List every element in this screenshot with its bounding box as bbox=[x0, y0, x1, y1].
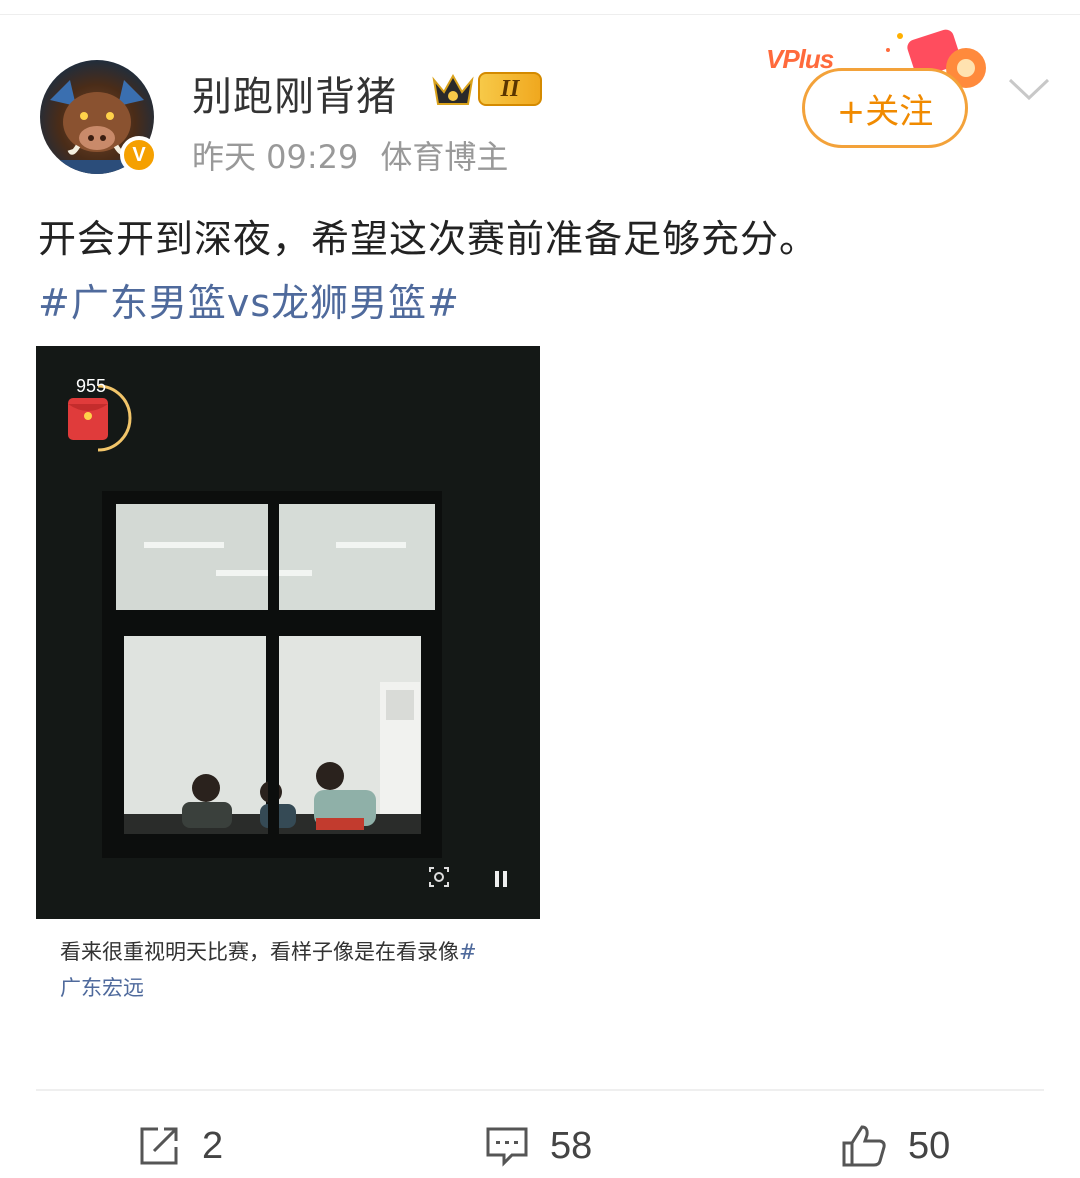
like-icon bbox=[842, 1125, 886, 1167]
caption-text: 看来很重视明天比赛，看样子像是在看录像 bbox=[60, 940, 459, 964]
comment-button[interactable]: 58 bbox=[484, 1118, 592, 1174]
post-image[interactable] bbox=[36, 346, 540, 919]
window-photo bbox=[36, 346, 540, 919]
repost-button[interactable]: 2 bbox=[136, 1118, 223, 1174]
post-text: 开会开到深夜，希望这次赛前准备足够充分。 bbox=[38, 217, 819, 261]
repost-icon bbox=[140, 1127, 178, 1165]
comment-icon bbox=[486, 1127, 528, 1167]
comment-count: 58 bbox=[550, 1124, 593, 1167]
red-packet-count: 955 bbox=[76, 376, 107, 396]
post-time: 昨天 09:29 bbox=[192, 138, 359, 176]
action-divider bbox=[36, 1089, 1044, 1091]
caption-tag-start: # bbox=[459, 940, 477, 964]
post-meta: 昨天 09:29 体育博主 bbox=[192, 132, 508, 178]
verified-icon: V bbox=[120, 136, 158, 174]
top-divider bbox=[0, 14, 1080, 15]
chevron-down-icon[interactable] bbox=[1006, 74, 1052, 104]
user-category: 体育博主 bbox=[380, 138, 509, 176]
like-count: 50 bbox=[908, 1124, 951, 1167]
level-badge: II bbox=[478, 72, 542, 106]
hashtag-link[interactable]: #广东男篮vs龙狮男篮# bbox=[38, 272, 460, 327]
follow-button[interactable]: +关注 bbox=[802, 68, 968, 148]
vplus-label: VPlus bbox=[766, 44, 834, 74]
repost-count: 2 bbox=[202, 1124, 224, 1167]
image-caption-line2: 广东宏远 bbox=[60, 976, 144, 1000]
like-button[interactable]: 50 bbox=[840, 1118, 950, 1174]
crown-icon bbox=[432, 73, 474, 105]
image-caption-line1: 看来很重视明天比赛，看样子像是在看录像# bbox=[60, 936, 477, 966]
image-caption-area bbox=[36, 919, 540, 1023]
username[interactable]: 别跑刚背猪 bbox=[192, 64, 397, 122]
